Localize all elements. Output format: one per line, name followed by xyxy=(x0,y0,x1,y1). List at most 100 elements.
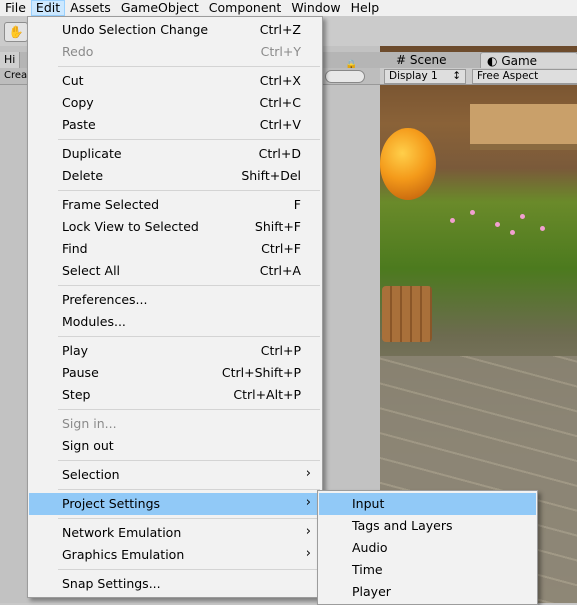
chevron-right-icon: › xyxy=(305,546,311,561)
menu-item-shortcut: Ctrl+F xyxy=(261,241,301,256)
display-dropdown[interactable]: Display 1 ↕ xyxy=(384,69,466,84)
hierarchy-search-input[interactable] xyxy=(325,70,365,83)
menu-item-modules[interactable]: Modules... xyxy=(29,311,321,333)
scene-orange-object xyxy=(380,128,436,200)
hand-tool-button[interactable]: ✋ xyxy=(4,22,28,42)
menu-edit[interactable]: Edit xyxy=(30,0,66,16)
menu-window[interactable]: Window xyxy=(286,0,345,16)
display-dropdown-label: Display 1 xyxy=(389,70,438,82)
scene-barrel xyxy=(382,286,432,342)
submenu-item-label: Time xyxy=(352,562,383,577)
menu-item-label: Network Emulation xyxy=(62,525,182,540)
menu-item-label: Copy xyxy=(62,95,94,110)
menu-item-snap-settings[interactable]: Snap Settings... xyxy=(29,573,321,595)
menu-item-shortcut: Ctrl+X xyxy=(259,73,301,88)
scene-roof xyxy=(470,104,577,150)
submenu-item-label: Player xyxy=(352,584,391,599)
menu-item-duplicate[interactable]: Duplicate Ctrl+D xyxy=(29,143,321,165)
submenu-item-time[interactable]: Time xyxy=(319,559,536,581)
menu-item-network-emulation[interactable]: Network Emulation › xyxy=(29,522,321,544)
menu-separator xyxy=(58,139,320,140)
menu-item-shortcut: Ctrl+A xyxy=(259,263,301,278)
menu-separator xyxy=(58,489,320,490)
aspect-dropdown[interactable]: Free Aspect xyxy=(472,69,577,84)
menu-item-project-settings[interactable]: Project Settings › xyxy=(29,493,321,515)
game-icon: ◐ xyxy=(487,54,498,68)
menu-gameobject[interactable]: GameObject xyxy=(116,0,204,16)
menu-item-preferences[interactable]: Preferences... xyxy=(29,289,321,311)
menu-file[interactable]: File xyxy=(0,0,31,16)
tab-scene[interactable]: # Scene xyxy=(390,52,453,68)
menu-item-shortcut: Ctrl+Alt+P xyxy=(233,387,301,402)
menu-item-label: Sign in... xyxy=(62,416,117,431)
menu-item-label: Pause xyxy=(62,365,99,380)
aspect-dropdown-label: Free Aspect xyxy=(477,70,539,82)
tab-game[interactable]: ◐ Game xyxy=(480,52,577,69)
menu-item-label: Cut xyxy=(62,73,84,88)
menu-item-shortcut: Shift+Del xyxy=(241,168,301,183)
menu-item-select-all[interactable]: Select All Ctrl+A xyxy=(29,260,321,282)
menu-separator xyxy=(58,569,320,570)
submenu-item-tags-and-layers[interactable]: Tags and Layers xyxy=(319,515,536,537)
menu-item-step[interactable]: Step Ctrl+Alt+P xyxy=(29,384,321,406)
gameview-tabbar: # Scene ◐ Game xyxy=(380,52,577,69)
menu-item-lock-view[interactable]: Lock View to Selected Shift+F xyxy=(29,216,321,238)
menu-item-label: Lock View to Selected xyxy=(62,219,199,234)
menu-item-shortcut: Ctrl+Z xyxy=(259,22,301,37)
menu-item-sign-in[interactable]: Sign in... xyxy=(29,413,321,435)
hierarchy-tab[interactable]: Hi xyxy=(0,52,21,68)
menu-item-shortcut: Ctrl+D xyxy=(258,146,301,161)
gameview-controls: Display 1 ↕ Free Aspect xyxy=(380,68,577,85)
grid-icon: # xyxy=(396,53,407,67)
menu-item-label: Project Settings xyxy=(62,496,161,511)
menu-separator xyxy=(58,460,320,461)
menu-item-label: Graphics Emulation xyxy=(62,547,185,562)
chevron-right-icon: › xyxy=(305,495,311,510)
menu-item-label: Undo Selection Change xyxy=(62,22,209,37)
menu-item-label: Step xyxy=(62,387,91,402)
menu-item-shortcut: Ctrl+P xyxy=(260,343,301,358)
menu-item-label: Play xyxy=(62,343,89,358)
menu-item-copy[interactable]: Copy Ctrl+C xyxy=(29,92,321,114)
menu-item-shortcut: F xyxy=(293,197,301,212)
menu-item-pause[interactable]: Pause Ctrl+Shift+P xyxy=(29,362,321,384)
menu-item-label: Sign out xyxy=(62,438,114,453)
submenu-item-player[interactable]: Player xyxy=(319,581,536,603)
menu-separator xyxy=(58,409,320,410)
menu-item-label: Preferences... xyxy=(62,292,148,307)
menu-item-cut[interactable]: Cut Ctrl+X xyxy=(29,70,321,92)
menu-separator xyxy=(58,190,320,191)
menu-item-play[interactable]: Play Ctrl+P xyxy=(29,340,321,362)
submenu-item-label: Audio xyxy=(352,540,388,555)
menu-item-redo[interactable]: Redo Ctrl+Y xyxy=(29,41,321,63)
menu-item-sign-out[interactable]: Sign out xyxy=(29,435,321,457)
menu-item-shortcut: Ctrl+C xyxy=(259,95,301,110)
menu-item-delete[interactable]: Delete Shift+Del xyxy=(29,165,321,187)
menu-item-graphics-emulation[interactable]: Graphics Emulation › xyxy=(29,544,321,566)
submenu-item-input[interactable]: Input xyxy=(319,493,536,515)
menu-help[interactable]: Help xyxy=(346,0,385,16)
submenu-item-label: Input xyxy=(352,496,385,511)
menu-assets[interactable]: Assets xyxy=(65,0,116,16)
updown-icon: ↕ xyxy=(452,70,461,82)
hand-icon: ✋ xyxy=(8,25,24,39)
menu-item-label: Delete xyxy=(62,168,104,183)
menu-item-paste[interactable]: Paste Ctrl+V xyxy=(29,114,321,136)
menu-component[interactable]: Component xyxy=(204,0,287,16)
menu-item-shortcut: Ctrl+Y xyxy=(260,44,301,59)
menu-item-label: Find xyxy=(62,241,88,256)
menu-item-selection[interactable]: Selection › xyxy=(29,464,321,486)
chevron-right-icon: › xyxy=(305,466,311,481)
menu-item-shortcut: Ctrl+Shift+P xyxy=(221,365,301,380)
menubar: File Edit Assets GameObject Component Wi… xyxy=(0,0,577,16)
tab-scene-label: Scene xyxy=(409,53,447,67)
submenu-item-audio[interactable]: Audio xyxy=(319,537,536,559)
menu-item-frame-selected[interactable]: Frame Selected F xyxy=(29,194,321,216)
menu-separator xyxy=(58,336,320,337)
menu-item-label: Frame Selected xyxy=(62,197,160,212)
menu-item-find[interactable]: Find Ctrl+F xyxy=(29,238,321,260)
submenu-item-label: Tags and Layers xyxy=(352,518,453,533)
menu-item-undo[interactable]: Undo Selection Change Ctrl+Z xyxy=(29,19,321,41)
chevron-right-icon: › xyxy=(305,524,311,539)
menu-item-label: Redo xyxy=(62,44,94,59)
